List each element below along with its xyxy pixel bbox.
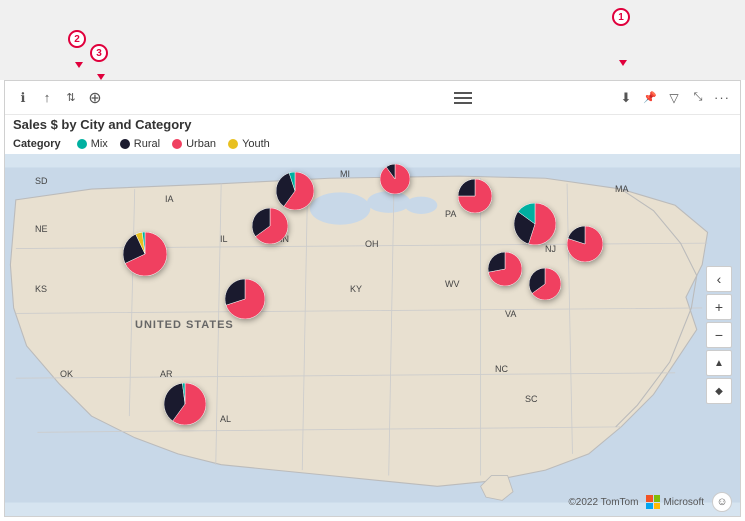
pin-icon[interactable]: 📌 <box>640 88 660 108</box>
top-spacer: 1 2 3 <box>0 0 745 80</box>
outer-container: 1 2 3 ℹ ↑ ⇅ ⊕ <box>0 0 745 521</box>
ms-cell-green <box>654 495 661 502</box>
pie-svg-p3 <box>458 179 492 213</box>
legend-text-rural: Rural <box>134 138 160 150</box>
legend-label: Category <box>13 138 61 150</box>
pie-svg-p10 <box>529 268 561 300</box>
more-icon[interactable]: ··· <box>712 88 732 108</box>
pie-marker-p9[interactable] <box>488 252 522 286</box>
callout-2: 2 <box>68 30 86 48</box>
microsoft-logo: Microsoft <box>646 495 704 509</box>
pie-svg-p7 <box>514 203 556 245</box>
pie-marker-p10[interactable] <box>529 268 561 300</box>
location-button[interactable]: ◆ <box>706 378 732 404</box>
pie-svg-p1 <box>276 172 314 210</box>
toolbar-left: ℹ ↑ ⇅ ⊕ <box>13 88 311 108</box>
feedback-button[interactable]: ☺ <box>712 492 732 512</box>
microsoft-text: Microsoft <box>663 497 704 508</box>
ms-cell-blue <box>646 503 653 510</box>
legend-item-mix[interactable]: Mix <box>77 138 108 150</box>
legend-dot-youth <box>228 139 238 149</box>
pie-svg-p6 <box>225 279 265 319</box>
callout-3: 3 <box>90 44 108 62</box>
menu-icon[interactable] <box>454 92 472 104</box>
pie-svg-p11 <box>164 383 206 425</box>
arrow-2 <box>75 62 83 68</box>
legend-item-urban[interactable]: Urban <box>172 138 216 150</box>
pie-marker-p4[interactable] <box>123 232 167 276</box>
legend-text-urban: Urban <box>186 138 216 150</box>
zoom-out-button[interactable]: − <box>706 322 732 348</box>
info-icon[interactable]: ℹ <box>13 88 33 108</box>
pie-marker-p8[interactable] <box>567 226 603 262</box>
map-footer: ©2022 TomTom Microsoft ☺ <box>568 492 732 512</box>
pie-marker-p6[interactable] <box>225 279 265 319</box>
up-icon[interactable]: ↑ <box>37 88 57 108</box>
pie-svg-p9 <box>488 252 522 286</box>
toolbar-right: ⬇ 📌 ▽ ⤡ ··· <box>616 88 732 108</box>
pie-marker-p5[interactable] <box>252 208 288 244</box>
pie-marker-p2[interactable] <box>380 164 410 194</box>
legend-dot-mix <box>77 139 87 149</box>
card-toolbar: ℹ ↑ ⇅ ⊕ ⬇ 📌 ▽ ⤡ ··· <box>5 81 740 115</box>
card-title: Sales $ by City and Category <box>5 115 740 136</box>
legend-text-youth: Youth <box>242 138 270 150</box>
pie-svg-p8 <box>567 226 603 262</box>
download-icon[interactable]: ⬇ <box>616 88 636 108</box>
expand-icon[interactable]: ⤡ <box>688 88 708 108</box>
toolbar-center <box>315 92 613 104</box>
map-controls: ‹ + − ▲ ◆ <box>706 266 732 404</box>
sort-icon[interactable]: ⇅ <box>61 88 81 108</box>
filter-icon[interactable]: ▽ <box>664 88 684 108</box>
map-container[interactable]: SDNEKSOKARALIAILINOHMIPANJMDVAWVKYNCSCMA… <box>5 154 740 516</box>
pie-svg-p2 <box>380 164 410 194</box>
pie-marker-p3[interactable] <box>458 179 492 213</box>
legend-item-rural[interactable]: Rural <box>120 138 160 150</box>
card: ℹ ↑ ⇅ ⊕ ⬇ 📌 ▽ ⤡ ··· Sales $ by City and … <box>4 80 741 517</box>
legend-dot-urban <box>172 139 182 149</box>
zoom-in-button[interactable]: + <box>706 294 732 320</box>
reset-view-button[interactable]: ▲ <box>706 350 732 376</box>
pie-svg-p4 <box>123 232 167 276</box>
collapse-button[interactable]: ‹ <box>706 266 732 292</box>
callout-1: 1 <box>612 8 630 26</box>
pie-marker-p7[interactable] <box>514 203 556 245</box>
legend-dot-rural <box>120 139 130 149</box>
ms-grid-icon <box>646 495 660 509</box>
legend: Category Mix Rural Urban Youth <box>5 136 740 154</box>
arrow-1 <box>619 60 627 66</box>
us-map-svg <box>5 154 740 516</box>
ms-cell-yellow <box>654 503 661 510</box>
pie-marker-p11[interactable] <box>164 383 206 425</box>
pie-marker-p1[interactable] <box>276 172 314 210</box>
ms-cell-red <box>646 495 653 502</box>
legend-text-mix: Mix <box>91 138 108 150</box>
add-icon[interactable]: ⊕ <box>85 88 105 108</box>
pie-svg-p5 <box>252 208 288 244</box>
legend-item-youth[interactable]: Youth <box>228 138 270 150</box>
copyright-text: ©2022 TomTom <box>568 497 638 508</box>
